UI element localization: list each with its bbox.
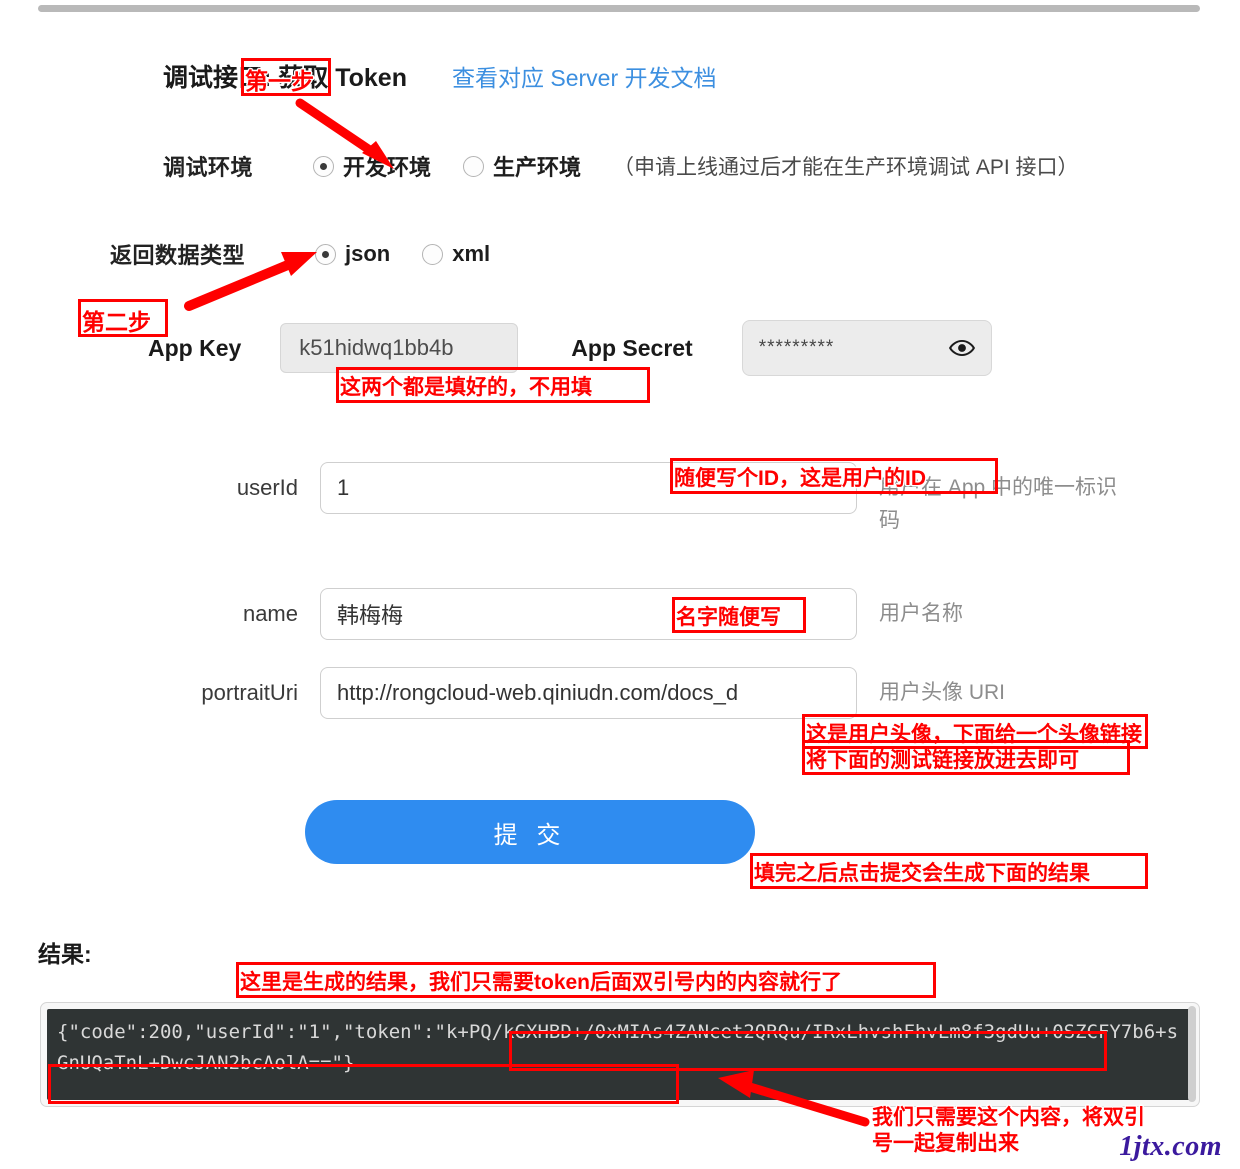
annotation-submit-note: 填完之后点击提交会生成下面的结果 xyxy=(754,862,1090,885)
radio-xml-indicator[interactable] xyxy=(422,243,444,265)
radio-json[interactable]: json xyxy=(315,241,390,267)
userid-input[interactable]: 1 xyxy=(320,462,857,514)
submit-button[interactable]: 提 交 xyxy=(305,800,755,864)
debug-environment-row: 调试环境 开发环境 生产环境 （申请上线通过后才能在生产环境调试 API 接口） xyxy=(163,150,1079,182)
radio-xml-label: xml xyxy=(452,241,491,266)
annotation-submit-note-box xyxy=(750,853,1148,889)
name-label: name xyxy=(242,601,298,626)
result-suffix: } xyxy=(342,1052,355,1074)
app-credentials-row: App Key k51hidwq1bb4b App Secret *******… xyxy=(148,320,992,376)
app-secret-input[interactable]: ********* xyxy=(741,320,992,376)
return-datatype-row: 返回数据类型 json xml xyxy=(110,238,522,270)
server-doc-link[interactable]: 查看对应 Server 开发文档 xyxy=(452,59,717,93)
annotation-step2: 第二步 xyxy=(82,309,151,335)
annotation-result-note: 这里是生成的结果，我们只需要token后面双引号内的内容就行了 xyxy=(240,971,843,994)
annotation-portrait-note-1-box xyxy=(802,714,1148,749)
portraituri-label: portraitUri xyxy=(201,680,298,705)
portraituri-hint: 用户头像 URI xyxy=(879,681,1005,704)
app-key-input[interactable]: k51hidwq1bb4b xyxy=(280,323,519,373)
portraituri-input[interactable]: http://rongcloud-web.qiniudn.com/docs_d xyxy=(320,667,857,719)
field-row-name: name 韩梅梅 用户名称 xyxy=(135,588,1129,640)
result-vertical-scrollbar[interactable] xyxy=(1188,1006,1196,1102)
page-title: 调试接口: 获取 Token xyxy=(163,64,407,92)
radio-json-label: json xyxy=(345,241,391,266)
radio-prod-environment-indicator[interactable] xyxy=(463,155,485,177)
field-row-userid: userId 1 用户在 App 中的唯一标识码 xyxy=(135,462,1129,537)
userid-label: userId xyxy=(236,475,298,500)
annotation-portrait-note-2: 将下面的测试链接放进去即可 xyxy=(806,749,1079,772)
horizontal-scrollbar[interactable] xyxy=(38,5,1200,12)
page-root: 调试接口: 获取 Token 查看对应 Server 开发文档 调试环境 开发环… xyxy=(0,0,1240,1169)
annotation-result-note-box xyxy=(236,962,936,998)
userid-hint: 用户在 App 中的唯一标识码 xyxy=(879,476,1118,532)
return-datatype-label: 返回数据类型 xyxy=(110,243,246,268)
annotation-copy-note-2: 号一起复制出来 xyxy=(872,1132,1019,1155)
app-secret-value: ********* xyxy=(758,337,835,358)
radio-prod-environment[interactable]: 生产环境 xyxy=(463,150,581,182)
result-prefix: {"code":200,"userId":"1","token": xyxy=(57,1021,435,1043)
result-panel: {"code":200,"userId":"1","token":"k+PQ/k… xyxy=(40,1002,1200,1107)
eye-icon[interactable] xyxy=(948,335,975,361)
field-row-portraituri: portraitUri http://rongcloud-web.qiniudn… xyxy=(135,667,1129,719)
radio-dev-environment-indicator[interactable] xyxy=(313,155,334,177)
page-title-row: 调试接口: 获取 Token 查看对应 Server 开发文档 xyxy=(163,58,717,94)
debug-environment-label: 调试环境 xyxy=(163,155,254,180)
radio-prod-environment-label: 生产环境 xyxy=(493,155,582,180)
radio-json-indicator[interactable] xyxy=(315,243,336,265)
name-input[interactable]: 韩梅梅 xyxy=(320,588,857,640)
watermark: 1jtx.com xyxy=(1119,1131,1222,1162)
result-output[interactable]: {"code":200,"userId":"1","token":"k+PQ/k… xyxy=(47,1009,1191,1100)
radio-xml[interactable]: xml xyxy=(422,241,490,267)
radio-dev-environment[interactable]: 开发环境 xyxy=(313,150,431,182)
app-key-label: App Key xyxy=(148,334,242,361)
environment-hint: （申请上线通过后才能在生产环境调试 API 接口） xyxy=(613,156,1079,179)
annotation-portrait-note-1: 这是用户头像，下面给一个头像链接 xyxy=(806,723,1142,746)
annotation-portrait-note-2-box xyxy=(802,740,1130,775)
radio-dev-environment-label: 开发环境 xyxy=(343,155,432,180)
result-label: 结果: xyxy=(38,941,92,967)
name-hint: 用户名称 xyxy=(879,602,963,625)
app-secret-label: App Secret xyxy=(571,334,693,361)
